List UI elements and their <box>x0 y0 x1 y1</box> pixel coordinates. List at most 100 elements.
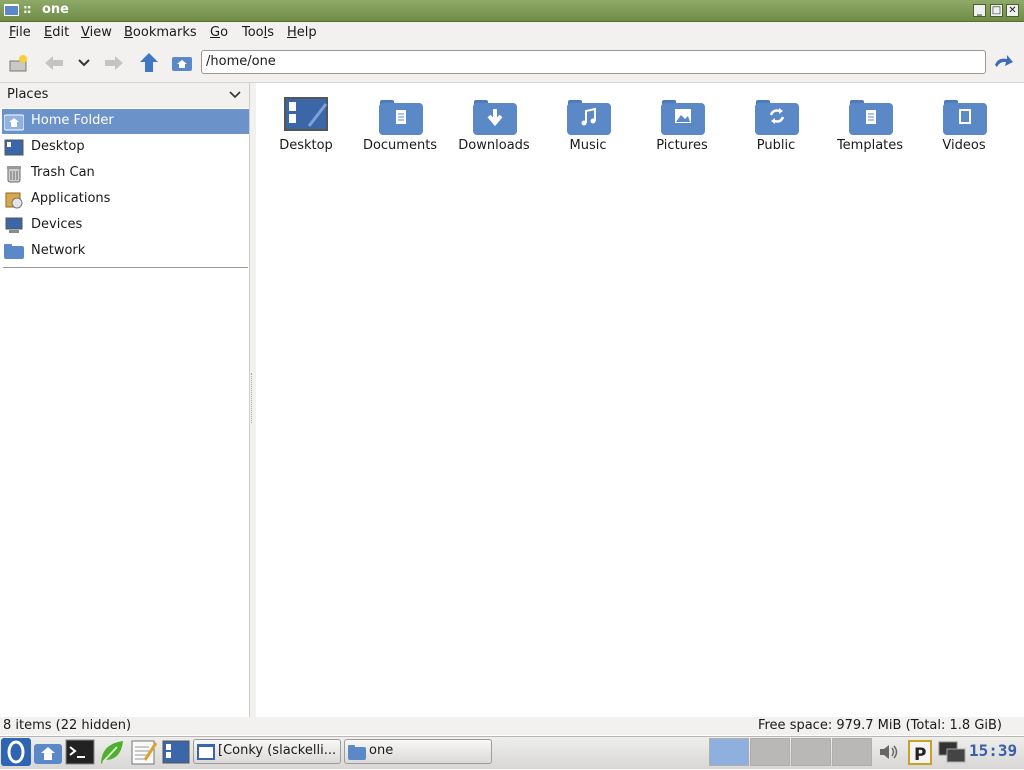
reload-icon <box>995 55 1013 67</box>
free-space: Free space: 979.7 MiB (Total: 1.8 GiB) <box>757 718 1002 733</box>
file-item-templates[interactable]: Templates <box>825 96 915 166</box>
menu-view[interactable]: View <box>81 25 112 40</box>
file-label: Templates <box>836 138 904 153</box>
back-arrow-icon <box>45 56 63 70</box>
file-item-videos[interactable]: Videos <box>919 96 1009 166</box>
reload-button[interactable] <box>991 51 1015 75</box>
new-window-icon <box>9 55 27 72</box>
places-label: Places <box>7 87 49 102</box>
sidebar-item-label: Devices <box>31 217 83 232</box>
sidebar-item-label: Desktop <box>31 139 85 154</box>
maximize-button[interactable]: □ <box>990 4 1003 17</box>
file-label: Pictures <box>656 138 708 153</box>
window-folder-icon <box>4 4 19 16</box>
sidebar-divider <box>3 267 248 268</box>
menu-help[interactable]: Help <box>287 25 317 40</box>
file-item-desktop[interactable]: Desktop <box>261 96 351 166</box>
item-count: 8 items (22 hidden) <box>3 718 132 733</box>
file-label: Downloads <box>458 138 530 153</box>
task-label: [Conky (slackelli... <box>218 743 337 758</box>
minimize-button[interactable]: _ <box>973 4 986 17</box>
forward-button[interactable] <box>102 51 126 75</box>
sidebar-item-label: Home Folder <box>31 113 114 128</box>
desktop-icon <box>284 97 328 131</box>
file-view <box>256 83 1024 717</box>
file-item-documents[interactable]: Documents <box>355 96 445 166</box>
up-button[interactable] <box>137 51 161 75</box>
menu-file[interactable]: File <box>9 25 31 40</box>
home-button[interactable] <box>170 51 194 75</box>
sidebar-item-network[interactable]: Network <box>2 239 249 264</box>
start-logo-icon <box>1 738 31 766</box>
file-label: Music <box>569 138 607 153</box>
editor-launcher[interactable] <box>129 738 159 766</box>
home-folder-icon <box>172 57 192 71</box>
desktop-icon <box>4 139 24 156</box>
workspace-4[interactable] <box>832 738 872 766</box>
task-one[interactable]: one <box>344 739 492 764</box>
applications-icon <box>5 192 23 209</box>
menu-tools[interactable]: Tools <box>242 25 274 40</box>
menu-bar: File Edit View Bookmarks Go Tools Help <box>0 22 1024 44</box>
task-conky[interactable]: [Conky (slackelli... <box>193 739 341 764</box>
sidebar-item-desktop[interactable]: Desktop <box>2 135 249 160</box>
file-item-downloads[interactable]: Downloads <box>449 96 539 166</box>
window-dots: :: <box>23 2 32 16</box>
location-input[interactable]: /home/one <box>201 50 986 74</box>
desktop-icon <box>162 740 190 764</box>
workspace-1[interactable] <box>709 738 749 766</box>
start-menu-button[interactable] <box>1 738 31 766</box>
menu-go[interactable]: Go <box>210 25 228 40</box>
workspace-3[interactable] <box>791 738 831 766</box>
documents-folder-icon <box>379 100 423 135</box>
trash-icon <box>7 166 21 183</box>
terminal-icon <box>65 739 95 765</box>
window-icon <box>197 744 215 760</box>
task-label: one <box>369 743 394 758</box>
network-status-icon[interactable] <box>937 739 967 766</box>
chevron-down-icon <box>78 59 90 67</box>
computer-icon <box>5 217 23 233</box>
sidebar-item-applications[interactable]: Applications <box>2 187 249 212</box>
terminal-launcher[interactable] <box>65 738 95 766</box>
forward-arrow-icon <box>105 56 123 70</box>
package-manager-icon[interactable]: P <box>906 738 934 766</box>
templates-folder-icon <box>849 100 893 135</box>
home-folder-icon <box>34 744 62 764</box>
home-launcher[interactable] <box>33 738 63 766</box>
browser-launcher[interactable] <box>97 738 127 766</box>
videos-folder-icon <box>943 100 987 135</box>
window-titlebar[interactable]: :: one _ □ ✕ <box>0 0 1024 22</box>
file-label: Documents <box>362 138 438 153</box>
menu-edit[interactable]: Edit <box>44 25 69 40</box>
sidebar-item-devices[interactable]: Devices <box>2 213 249 238</box>
file-label: Public <box>756 138 796 153</box>
show-desktop-button[interactable] <box>161 738 191 766</box>
home-folder-icon <box>4 114 24 131</box>
music-folder-icon <box>567 100 611 135</box>
file-item-public[interactable]: Public <box>731 96 821 166</box>
network-folder-icon <box>4 244 24 259</box>
pictures-folder-icon <box>661 100 705 135</box>
sidebar-item-label: Applications <box>31 191 111 206</box>
file-label: Desktop <box>279 138 333 153</box>
menu-bookmarks[interactable]: Bookmarks <box>124 25 197 40</box>
volume-icon[interactable] <box>878 742 900 762</box>
clock: 15:39 <box>969 741 1018 760</box>
new-window-button[interactable] <box>7 51 31 75</box>
close-button[interactable]: ✕ <box>1006 4 1019 17</box>
sidebar-item-label: Trash Can <box>31 165 95 180</box>
workspace-2[interactable] <box>750 738 790 766</box>
text-editor-icon <box>131 740 158 765</box>
svg-text:P: P <box>914 745 926 765</box>
grip-dots <box>251 373 255 423</box>
back-button[interactable] <box>42 51 66 75</box>
file-item-music[interactable]: Music <box>543 96 633 166</box>
history-dropdown-button[interactable] <box>72 51 96 75</box>
file-label: Videos <box>942 138 986 153</box>
file-item-pictures[interactable]: Pictures <box>637 96 727 166</box>
sidebar-item-home-folder[interactable]: Home Folder <box>2 109 249 134</box>
downloads-folder-icon <box>473 100 517 135</box>
sidebar-item-trash-can[interactable]: Trash Can <box>2 161 249 186</box>
up-arrow-icon <box>140 53 158 72</box>
